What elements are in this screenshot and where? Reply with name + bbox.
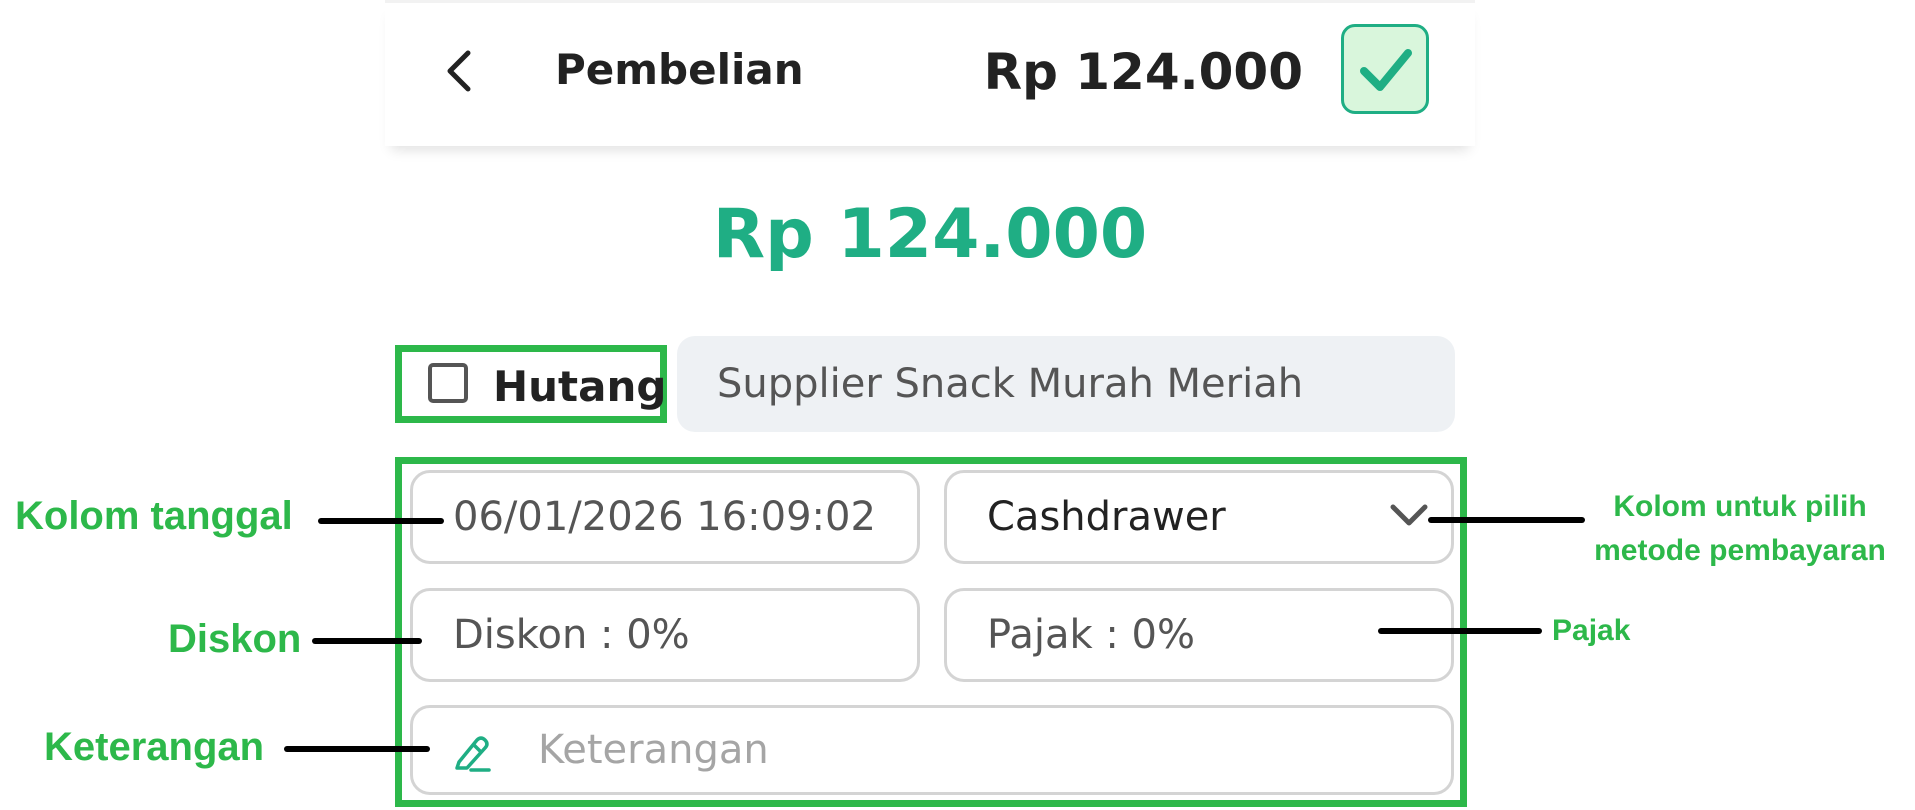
annotation-note: Keterangan bbox=[44, 725, 265, 769]
check-icon bbox=[1360, 49, 1412, 91]
page-title: Pembelian bbox=[555, 45, 804, 94]
back-button[interactable] bbox=[440, 47, 480, 95]
annotation-date: Kolom tanggal bbox=[15, 494, 293, 538]
note-placeholder: Keterangan bbox=[538, 727, 769, 773]
annotation-line-date bbox=[318, 518, 444, 524]
purchase-total: Rp 124.000 bbox=[712, 195, 1148, 274]
annotation-line-tax bbox=[1378, 628, 1542, 634]
discount-field[interactable]: Diskon : 0% bbox=[410, 588, 920, 682]
tax-field[interactable]: Pajak : 0% bbox=[944, 588, 1454, 682]
chevron-left-icon bbox=[447, 50, 471, 92]
payment-method-value: Cashdrawer bbox=[987, 494, 1226, 540]
annotation-line-discount bbox=[312, 638, 422, 644]
annotation-payment-line1: Kolom untuk pilih bbox=[1613, 490, 1867, 523]
note-field[interactable]: Keterangan bbox=[410, 705, 1454, 795]
date-field[interactable]: 06/01/2026 16:09:02 bbox=[410, 470, 920, 564]
chevron-down-icon bbox=[1390, 504, 1428, 526]
annotation-line-note bbox=[284, 746, 430, 752]
annotation-payment-line2: metode pembayaran bbox=[1594, 534, 1886, 567]
hutang-label: Hutang bbox=[493, 362, 667, 411]
annotation-payment-method: Kolom untuk pilih metode pembayaran bbox=[1575, 485, 1905, 573]
payment-method-select[interactable]: Cashdrawer bbox=[944, 470, 1454, 564]
annotation-tax: Pajak bbox=[1552, 614, 1631, 647]
supplier-field[interactable]: Supplier Snack Murah Meriah bbox=[677, 336, 1455, 432]
annotation-discount: Diskon bbox=[168, 617, 302, 661]
app-bar: Pembelian Rp 124.000 bbox=[385, 0, 1475, 146]
hutang-checkbox[interactable] bbox=[428, 363, 468, 403]
confirm-button[interactable] bbox=[1341, 24, 1429, 114]
header-total: Rp 124.000 bbox=[983, 43, 1303, 101]
edit-icon bbox=[455, 736, 491, 772]
annotation-line-payment bbox=[1428, 517, 1585, 523]
